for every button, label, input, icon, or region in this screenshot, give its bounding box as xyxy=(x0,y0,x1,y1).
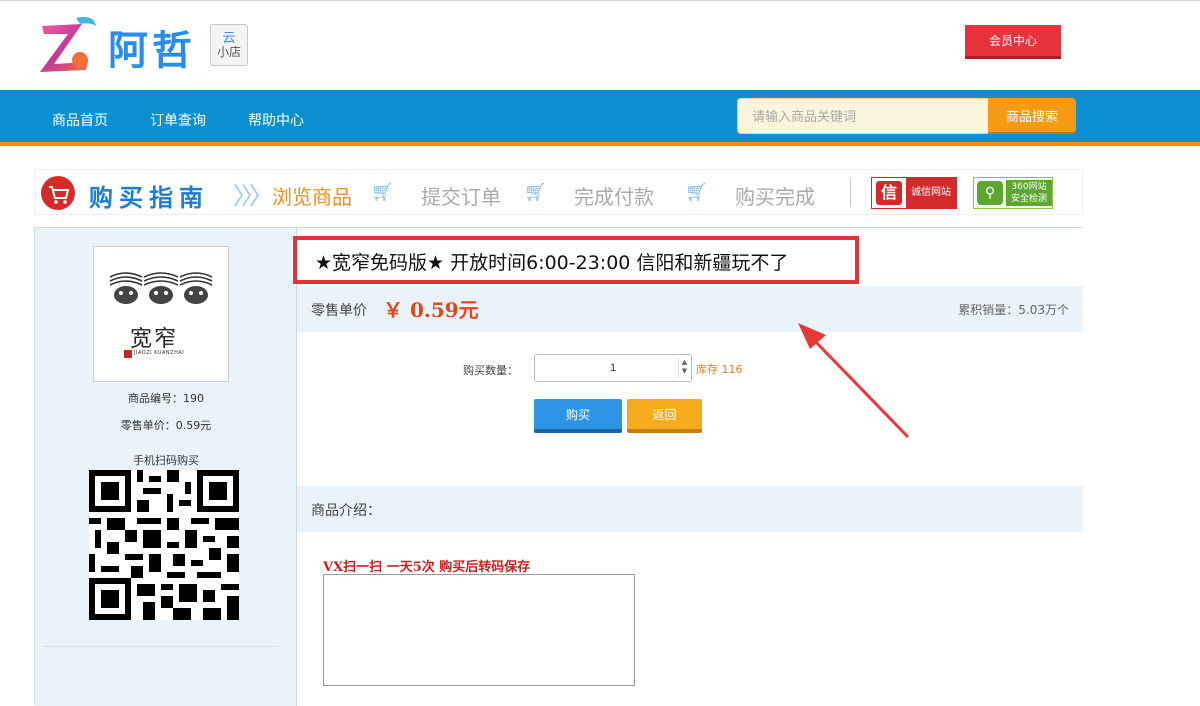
brand-badge-bottom: 小店 xyxy=(216,45,241,59)
intro-header: 商品介绍： xyxy=(297,486,1083,532)
credit-badge-label: 诚信网站 xyxy=(906,178,956,208)
product-title-highlight: ★宽窄免码版★ 开放时间6:00-23:00 信阳和新疆玩不了 xyxy=(293,236,859,284)
cart-step-icon: 🛒︎ xyxy=(371,182,394,203)
product-unit-price: 零售单价：0.59元 xyxy=(120,419,212,432)
back-button[interactable]: 返回 xyxy=(627,399,702,433)
guide-step-pay: 完成付款 xyxy=(574,185,654,209)
thumbnail-subtext: JIAOZI KUANZHAI xyxy=(134,350,185,356)
brand-badge-top: 云 xyxy=(222,31,236,46)
price-row: 零售单价 ￥ 0.59元 累积销量：5.03万个 xyxy=(297,286,1083,332)
qr-label: 手机扫码购买 xyxy=(133,454,199,467)
cart-icon xyxy=(41,176,75,210)
guide-step-submit: 提交订单 xyxy=(421,185,501,209)
thumbnail-brand-text: 宽窄 xyxy=(130,327,179,352)
product-code: 商品编号：190 xyxy=(128,392,204,405)
brand-badge: 云 小店 xyxy=(210,24,248,66)
credit-site-badge[interactable]: 信 诚信网站 xyxy=(871,177,957,209)
top-border xyxy=(0,0,1200,1)
product-detail: ★宽窄免码版★ 开放时间6:00-23:00 信阳和新疆玩不了 零售单价 ￥ 0… xyxy=(293,228,1083,706)
safety-badge-line2: 安全检测 xyxy=(1010,194,1047,204)
search-input[interactable] xyxy=(737,98,989,134)
shield-icon: ⚲ xyxy=(977,181,1003,205)
credit-icon: 信 xyxy=(876,181,902,205)
product-description: VX扫一扫 一天5次 购买后转码保存 xyxy=(323,560,531,575)
seal-icon xyxy=(124,350,132,358)
description-image xyxy=(323,574,635,686)
sales-count: 累积销量：5.03万个 xyxy=(958,303,1069,317)
logo-z-icon xyxy=(40,17,96,72)
tiger-logo-icon xyxy=(109,272,213,304)
nav-item-orders[interactable]: 订单查询 xyxy=(150,110,206,130)
guide-step-browse: 浏览商品 xyxy=(272,185,352,209)
product-panel: 宽窄 JIAOZI KUANZHAI 商品编号：190 零售单价：0.59元 手… xyxy=(34,227,1083,706)
divider xyxy=(43,646,279,647)
spinner-arrows-icon[interactable]: ▲ ▼ xyxy=(678,358,690,378)
divider xyxy=(850,179,851,207)
nav-item-home[interactable]: 商品首页 xyxy=(52,110,108,130)
nav-item-help[interactable]: 帮助中心 xyxy=(248,110,304,130)
product-thumbnail[interactable]: 宽窄 JIAOZI KUANZHAI xyxy=(93,246,229,382)
stock-count: 库存 116 xyxy=(696,363,743,376)
safety-badge-label: 360网站安全检测 xyxy=(1006,180,1052,206)
cart-step-icon: 🛒︎ xyxy=(685,182,708,203)
quantity-stepper[interactable] xyxy=(534,354,692,382)
guide-step-done: 购买完成 xyxy=(735,185,815,209)
site-logo[interactable]: 阿哲 云 小店 xyxy=(36,12,256,76)
chevrons-icon: 〉〉〉 xyxy=(233,182,273,210)
price-value: ￥ 0.59元 xyxy=(383,298,479,322)
member-center-button[interactable]: 会员中心 xyxy=(965,25,1061,59)
purchase-guide: 购买指南 〉〉〉 浏览商品 🛒︎ 提交订单 🛒︎ 完成付款 🛒︎ 购买完成 信 … xyxy=(34,169,1083,215)
product-title: ★宽窄免码版★ 开放时间6:00-23:00 信阳和新疆玩不了 xyxy=(315,252,789,274)
product-sidebar: 宽窄 JIAOZI KUANZHAI 商品编号：190 零售单价：0.59元 手… xyxy=(35,228,297,706)
cart-step-icon: 🛒︎ xyxy=(524,182,547,203)
brand-name: 阿哲 xyxy=(108,28,196,74)
intro-label: 商品介绍： xyxy=(311,503,381,519)
quantity-label: 购买数量： xyxy=(463,364,518,377)
guide-title: 购买指南 xyxy=(89,184,209,212)
qr-code-icon xyxy=(89,470,239,620)
price-label: 零售单价 xyxy=(311,303,367,319)
safety-check-badge[interactable]: ⚲ 360网站安全检测 xyxy=(973,177,1053,209)
safety-badge-line1: 360网站 xyxy=(1011,182,1047,192)
buy-button[interactable]: 购买 xyxy=(534,399,622,433)
search-button[interactable]: 商品搜索 xyxy=(988,98,1076,134)
